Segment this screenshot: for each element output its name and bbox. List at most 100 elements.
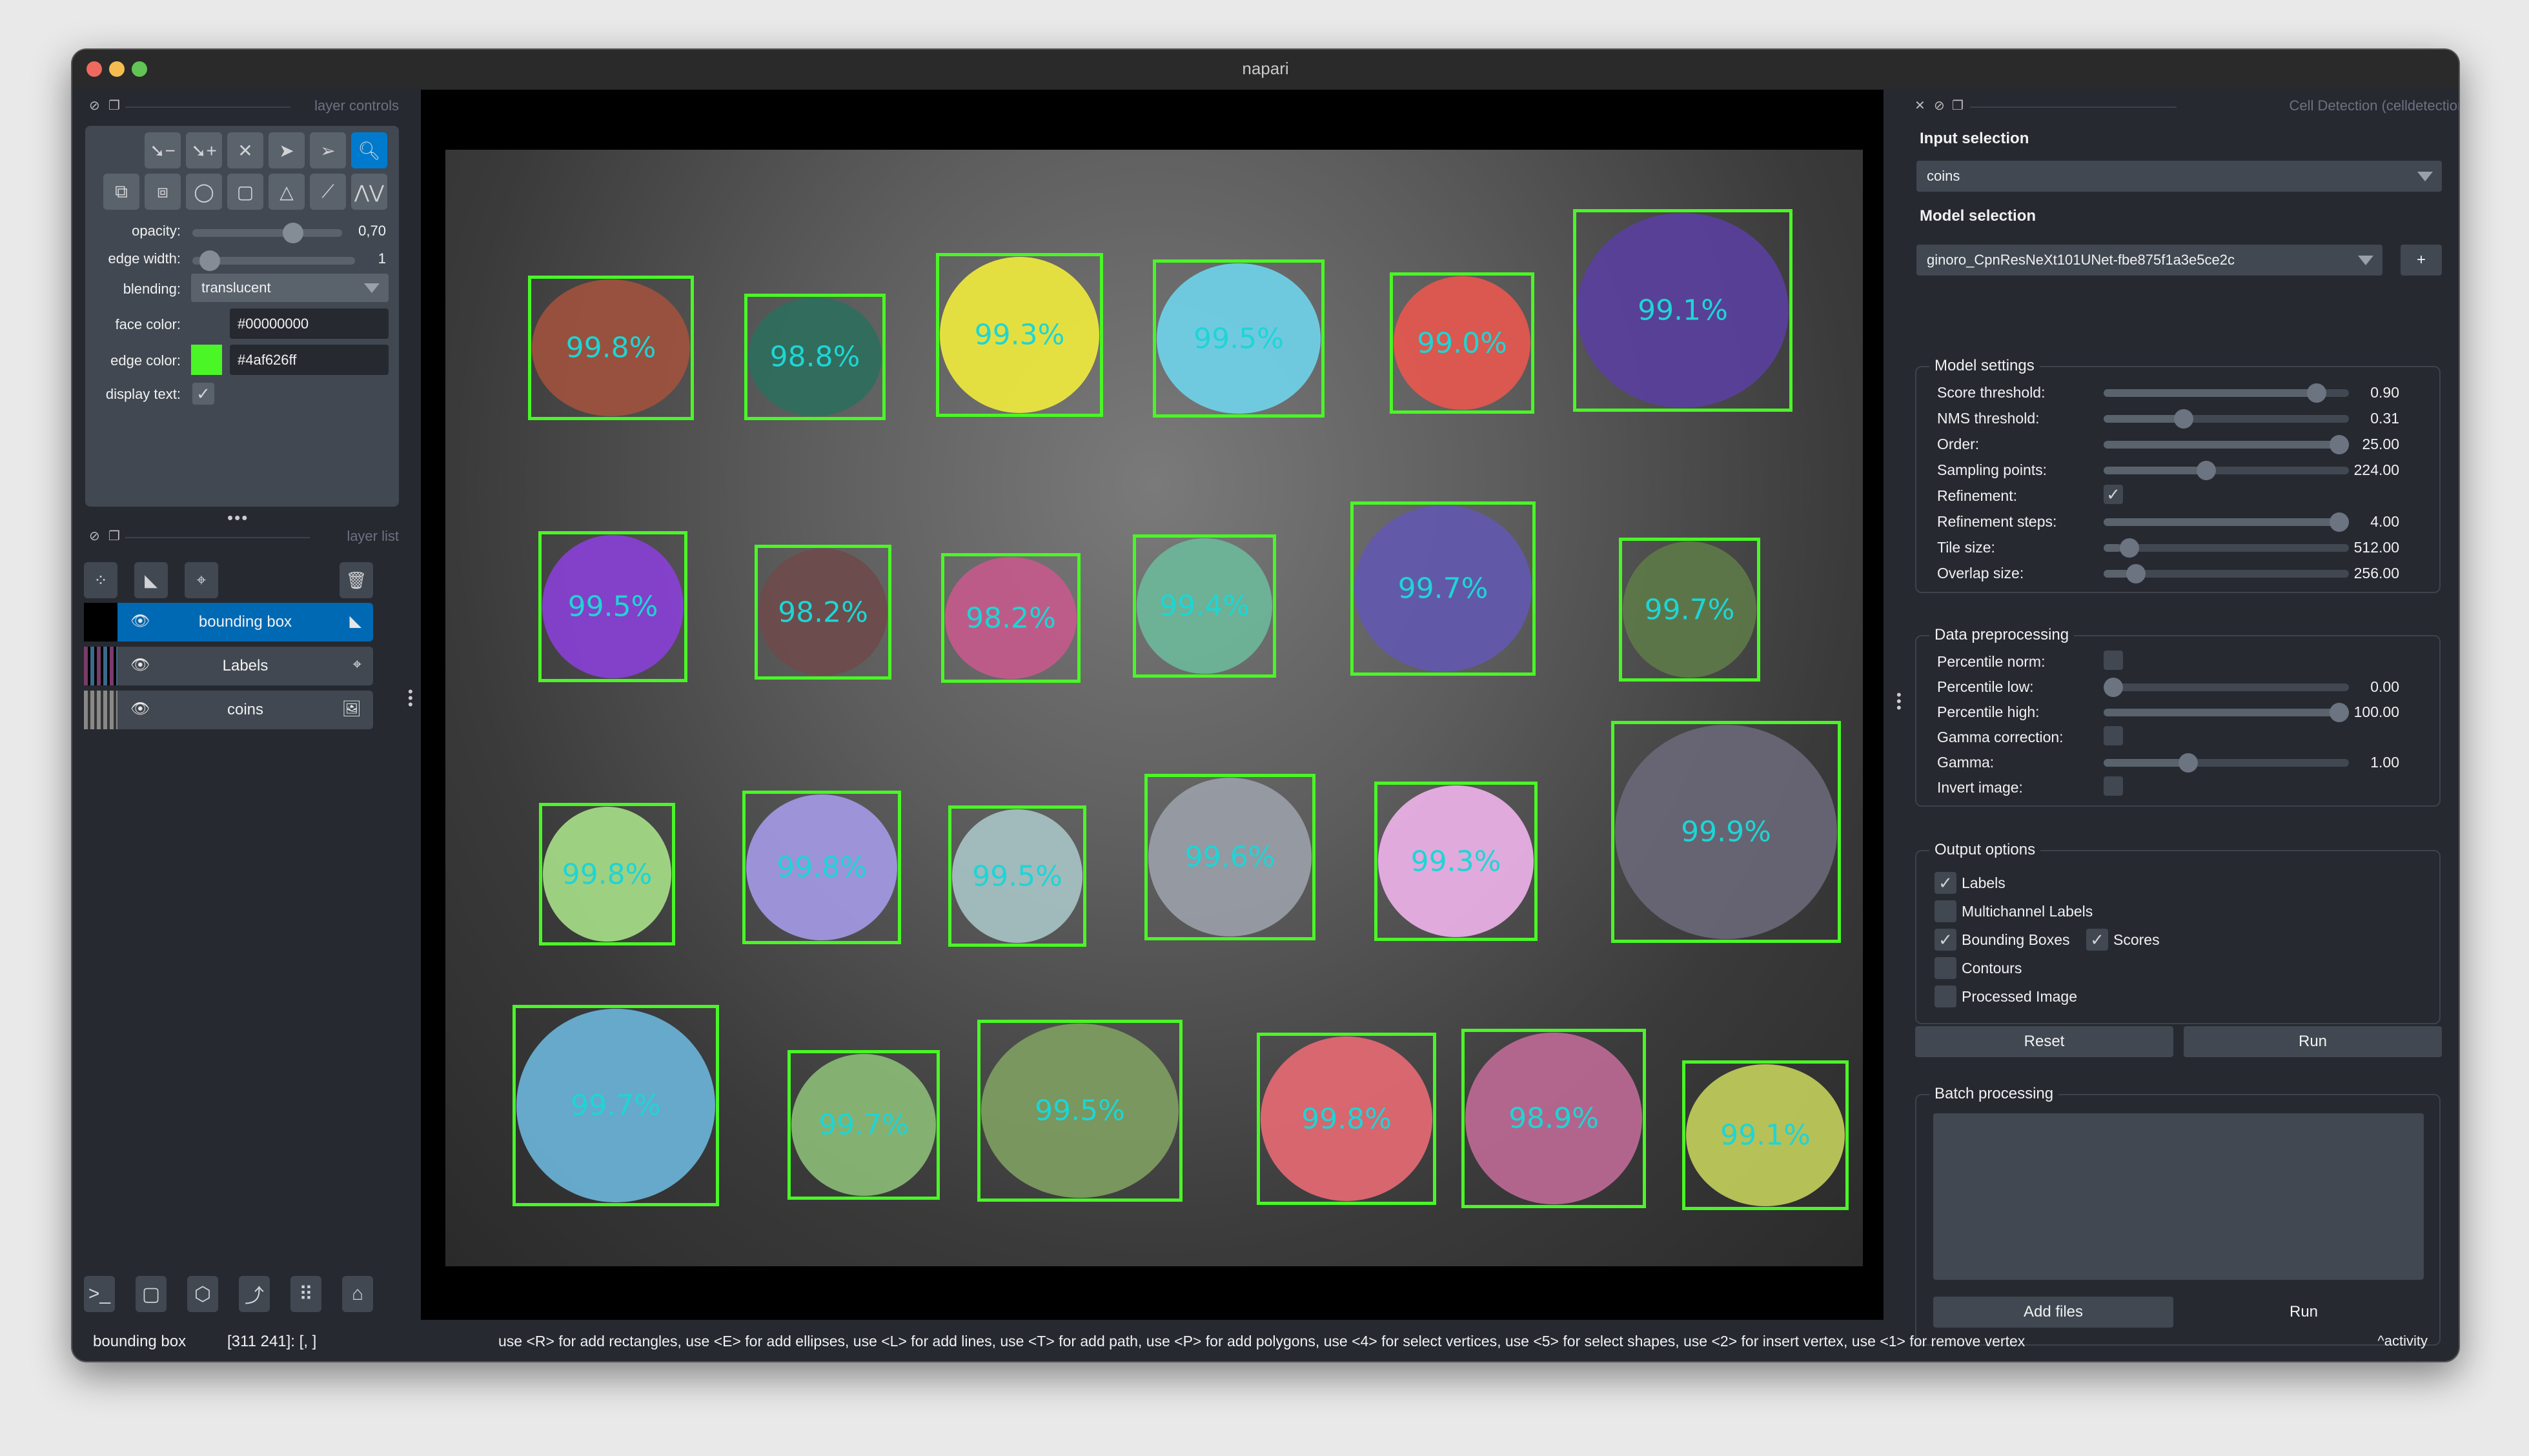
setting-slider[interactable] — [2104, 383, 2349, 403]
setting-slider[interactable] — [2104, 435, 2349, 454]
slider-handle[interactable] — [2119, 538, 2139, 558]
add-line-button[interactable]: ⟋ — [310, 174, 346, 210]
layer-list-title: layer list — [347, 528, 399, 544]
detection-score: 98.8% — [769, 340, 860, 374]
processed-image-checkbox[interactable] — [1935, 986, 1956, 1007]
edge-width-slider[interactable] — [192, 250, 355, 271]
slider-handle[interactable] — [2330, 512, 2349, 532]
multichannel-labels-label: Multichannel Labels — [1962, 903, 2093, 920]
slider-handle[interactable] — [2196, 461, 2216, 480]
slider-handle[interactable] — [2126, 564, 2146, 583]
reset-view-button[interactable]: ⌂ — [342, 1276, 373, 1312]
select-shapes-button[interactable]: ➤ — [269, 132, 305, 168]
slider-handle[interactable] — [2330, 435, 2349, 454]
console-button[interactable]: >_ — [84, 1276, 115, 1312]
layer-item-coins[interactable]: 👁︎ coins 🖼︎ — [84, 691, 373, 729]
hide-dock-icon[interactable]: ⊘ — [89, 97, 100, 114]
face-color-field[interactable]: #00000000 — [230, 308, 389, 339]
float-dock-icon[interactable]: ❐ — [1952, 97, 1964, 114]
setting-slider[interactable] — [2104, 512, 2349, 532]
roll-dims-button[interactable]: ⬡ — [187, 1276, 218, 1312]
add-polygon-button[interactable]: △ — [269, 174, 305, 210]
setting-checkbox[interactable]: ✓ — [2104, 485, 2123, 504]
slider-handle[interactable] — [2173, 409, 2193, 429]
layer-item-labels[interactable]: 👁︎ Labels ⌖ — [84, 647, 373, 685]
dock-resize-handle[interactable]: • • • — [1896, 688, 1902, 715]
setting-slider[interactable] — [2104, 538, 2349, 558]
status-layer-name: bounding box — [93, 1333, 187, 1350]
float-dock-icon[interactable]: ❐ — [108, 528, 120, 544]
add-model-button[interactable]: + — [2401, 245, 2442, 276]
hide-dock-icon[interactable]: ⊘ — [1934, 97, 1945, 114]
layer-item-bounding-box[interactable]: 👁︎ bounding box ◣ — [84, 603, 373, 642]
setting-slider[interactable] — [2104, 703, 2349, 722]
multichannel-labels-checkbox[interactable] — [1935, 900, 1956, 922]
setting-slider[interactable] — [2104, 461, 2349, 480]
labels-checkbox[interactable]: ✓ — [1935, 872, 1956, 894]
select-vertices-button[interactable]: ➢ — [310, 132, 346, 168]
hide-dock-icon[interactable]: ⊘ — [89, 528, 100, 544]
new-labels-layer-button[interactable]: ⌖ — [185, 562, 218, 598]
reset-button[interactable]: Reset — [1915, 1026, 2173, 1057]
setting-checkbox[interactable] — [2104, 651, 2123, 670]
layer-thumbnail — [84, 691, 117, 729]
model-selection-value: ginoro_CpnResNeXt101UNet-fbe875f1a3e5ce2… — [1927, 252, 2235, 268]
edge-color-field[interactable]: #4af626ff — [230, 345, 389, 375]
setting-slider[interactable] — [2104, 409, 2349, 429]
pan-zoom-button[interactable]: 🔍︎ — [351, 132, 387, 168]
batch-file-list[interactable] — [1933, 1113, 2424, 1280]
delete-layer-button[interactable]: 🗑︎ — [340, 562, 373, 598]
scores-checkbox[interactable]: ✓ — [2086, 929, 2108, 951]
run-button[interactable]: Run — [2184, 1026, 2442, 1057]
add-ellipse-button[interactable]: ◯ — [186, 174, 222, 210]
edge-width-label: edge width: — [108, 250, 181, 267]
activity-button[interactable]: ^activity — [2377, 1333, 2428, 1350]
opacity-slider-handle[interactable] — [283, 223, 303, 243]
blending-dropdown[interactable]: translucent — [191, 274, 389, 302]
pan-zoom-icon: 🔍︎ — [358, 140, 381, 161]
close-icon[interactable]: ✕ — [1915, 97, 1925, 114]
grid-icon: ⠿ — [299, 1283, 313, 1305]
setting-slider[interactable] — [2104, 753, 2349, 773]
status-help-text: use <R> for add rectangles, use <E> for … — [498, 1333, 2026, 1350]
points-icon: ⁘ — [94, 570, 108, 590]
input-selection-dropdown[interactable]: coins — [1916, 161, 2442, 192]
move-front-button[interactable]: ⧈ — [145, 174, 181, 210]
rectangle-icon: ▢ — [236, 181, 254, 202]
transpose-dims-button[interactable]: ⤴ — [239, 1276, 270, 1312]
opacity-label: opacity: — [132, 223, 181, 239]
delete-icon: ✕ — [238, 140, 253, 161]
new-shapes-layer-button[interactable]: ◣ — [134, 562, 168, 598]
setting-slider[interactable] — [2104, 564, 2349, 583]
setting-value: 256.00 — [2353, 565, 2399, 581]
slider-handle[interactable] — [2307, 383, 2326, 403]
setting-slider[interactable] — [2104, 678, 2349, 697]
detection-score: 98.2% — [778, 596, 868, 629]
edge-width-slider-handle[interactable] — [199, 250, 220, 271]
add-points-icon: ➘+ — [191, 140, 217, 161]
delete-shape-button[interactable]: ✕ — [227, 132, 263, 168]
dock-resize-handle[interactable]: • • • — [408, 685, 413, 712]
setting-label: Overlap size: — [1937, 565, 2024, 581]
setting-checkbox[interactable] — [2104, 726, 2123, 745]
float-dock-icon[interactable]: ❐ — [108, 97, 120, 114]
display-text-checkbox[interactable]: ✓ — [192, 383, 214, 405]
slider-handle[interactable] — [2330, 703, 2349, 722]
edge-color-swatch[interactable] — [191, 345, 222, 375]
setting-checkbox[interactable] — [2104, 776, 2123, 796]
model-selection-dropdown[interactable]: ginoro_CpnResNeXt101UNet-fbe875f1a3e5ce2… — [1916, 245, 2382, 276]
slider-handle[interactable] — [2104, 678, 2123, 697]
move-back-button[interactable]: ⧉ — [103, 174, 139, 210]
new-points-layer-button[interactable]: ⁘ — [84, 562, 117, 598]
contours-checkbox[interactable] — [1935, 957, 1956, 979]
grid-view-button[interactable]: ⠿ — [290, 1276, 321, 1312]
add-points-button[interactable]: ➘+ — [186, 132, 222, 168]
add-rectangle-button[interactable]: ▢ — [227, 174, 263, 210]
data-preprocessing-title: Data preprocessing — [1929, 626, 2075, 644]
slider-handle[interactable] — [2178, 753, 2198, 773]
opacity-slider[interactable] — [192, 223, 342, 243]
bounding-boxes-checkbox[interactable]: ✓ — [1935, 929, 1956, 951]
ndisplay-button[interactable]: ▢ — [136, 1276, 167, 1312]
add-path-button[interactable]: ⋀⋁ — [351, 174, 387, 210]
remove-points-button[interactable]: ➘− — [145, 132, 181, 168]
